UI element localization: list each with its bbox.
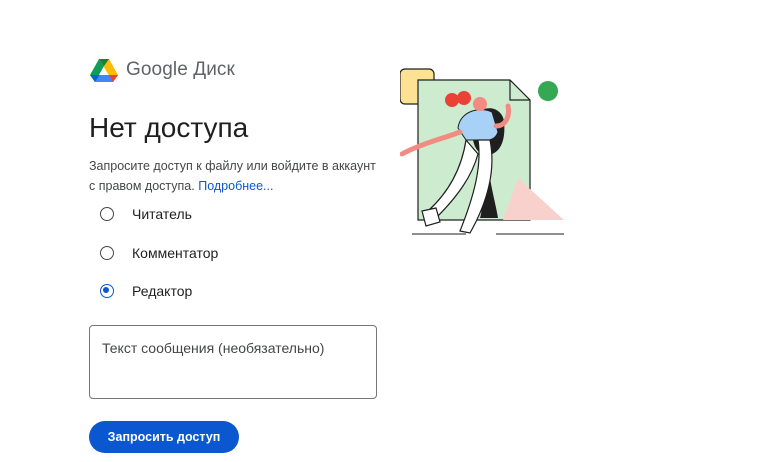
- page-title: Нет доступа: [89, 112, 249, 143]
- description: Запросите доступ к файлу или войдите в а…: [89, 156, 379, 196]
- request-access-button[interactable]: Запросить доступ: [89, 421, 239, 453]
- role-label-editor: Редактор: [132, 283, 193, 299]
- radio-editor[interactable]: [100, 284, 114, 298]
- message-placeholder: Текст сообщения (необязательно): [102, 340, 325, 356]
- role-option-viewer[interactable]: Читатель: [100, 206, 192, 222]
- learn-more-link[interactable]: Подробнее...: [198, 179, 273, 193]
- role-label-viewer: Читатель: [132, 206, 192, 222]
- role-option-editor[interactable]: Редактор: [100, 283, 192, 299]
- radio-viewer[interactable]: [100, 207, 114, 221]
- message-textarea[interactable]: Текст сообщения (необязательно): [89, 325, 377, 399]
- role-option-commenter[interactable]: Комментатор: [100, 245, 218, 261]
- access-denied-illustration: [400, 68, 564, 235]
- role-label-commenter: Комментатор: [132, 245, 219, 261]
- google-drive-logo-icon: [90, 59, 118, 82]
- brand-name: Google Диск: [126, 59, 235, 80]
- green-circle-shape: [538, 81, 558, 101]
- brand-header: Google Диск: [90, 58, 235, 82]
- radio-commenter[interactable]: [100, 246, 114, 260]
